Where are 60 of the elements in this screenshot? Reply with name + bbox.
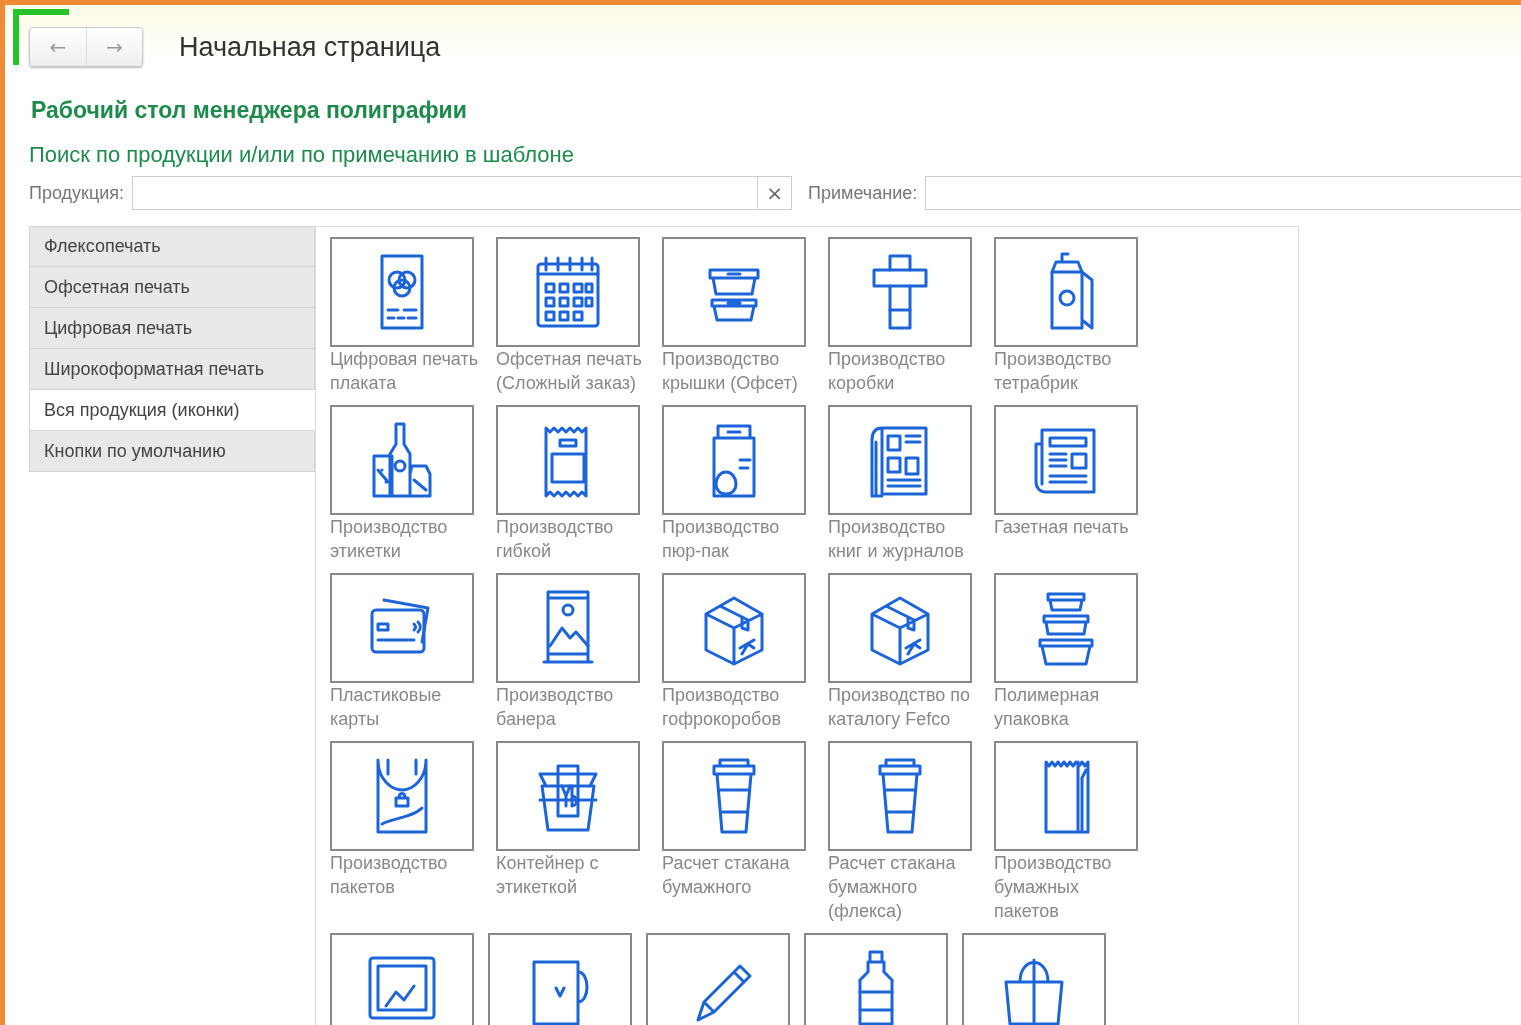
icon-tile[interactable] bbox=[662, 405, 806, 515]
icon-tile[interactable] bbox=[496, 741, 640, 851]
product-label[interactable]: Производство тетрабрик bbox=[994, 347, 1146, 395]
sidebar-tab[interactable]: Цифровая печать bbox=[29, 308, 315, 349]
product-label[interactable]: Цифровая печать плаката bbox=[330, 347, 482, 395]
icon-tile[interactable] bbox=[828, 741, 972, 851]
sidebar-tab[interactable]: Офсетная печать bbox=[29, 267, 315, 308]
product-label[interactable]: Контейнер с этикеткой bbox=[496, 851, 648, 899]
product-label[interactable]: Полимерная упаковка bbox=[994, 683, 1146, 731]
icon-tile[interactable] bbox=[828, 573, 972, 683]
sidebar-tab[interactable]: Флексопечать bbox=[29, 226, 315, 267]
icon-tile[interactable] bbox=[496, 237, 640, 347]
product-label[interactable]: Производство гофрокоробов bbox=[662, 683, 814, 731]
forward-button[interactable]: → bbox=[86, 28, 142, 66]
product-label[interactable]: Пластиковые карты bbox=[330, 683, 482, 731]
product-label[interactable]: Производство по каталогу Fefco bbox=[828, 683, 980, 731]
icon-tile[interactable] bbox=[330, 933, 474, 1025]
icon-tile[interactable] bbox=[330, 573, 474, 683]
product-label[interactable]: Производство пакетов bbox=[330, 851, 482, 899]
product-label[interactable]: Производство банера bbox=[496, 683, 648, 731]
page-heading: Рабочий стол менеджера полиграфии bbox=[31, 97, 468, 124]
search-caption: Поиск по продукции и/или по примечанию в шаблоне bbox=[29, 142, 575, 168]
product-label[interactable]: Расчет стакана бумажного bbox=[662, 851, 814, 899]
icon-tile[interactable] bbox=[804, 933, 948, 1025]
product-label[interactable]: Производство коробки bbox=[828, 347, 980, 395]
icon-tile[interactable] bbox=[488, 933, 632, 1025]
search-field[interactable]: × bbox=[132, 176, 793, 210]
icon-tile[interactable] bbox=[496, 405, 640, 515]
product-label[interactable]: Производство крышки (Офсет) bbox=[662, 347, 814, 395]
field-label: Продукция: bbox=[29, 182, 125, 204]
product-label[interactable]: Производство этикетки bbox=[330, 515, 482, 563]
field-label: Примечание: bbox=[808, 182, 918, 204]
product-label[interactable]: Газетная печать bbox=[994, 515, 1146, 539]
icon-tile[interactable] bbox=[828, 237, 972, 347]
icon-tile[interactable] bbox=[330, 237, 474, 347]
sidebar-tab[interactable]: Широкоформатная печать bbox=[29, 349, 315, 390]
window-title: Начальная страница bbox=[179, 31, 441, 63]
icon-tile[interactable] bbox=[330, 405, 474, 515]
product-label[interactable]: Производство пюр-пак bbox=[662, 515, 814, 563]
icon-tile[interactable] bbox=[496, 573, 640, 683]
back-button[interactable]: ← bbox=[30, 28, 86, 66]
icon-tile[interactable] bbox=[662, 741, 806, 851]
product-label[interactable]: Производство книг и журналов bbox=[828, 515, 980, 563]
icon-tile[interactable] bbox=[646, 933, 790, 1025]
icon-tile[interactable] bbox=[330, 741, 474, 851]
product-label[interactable]: Производство гибкой bbox=[496, 515, 648, 563]
icon-tile[interactable] bbox=[962, 933, 1106, 1025]
sidebar-tab[interactable]: Кнопки по умолчанию bbox=[29, 431, 315, 472]
search-field[interactable] bbox=[925, 176, 1521, 210]
product-label[interactable]: Производство бумажных пакетов bbox=[994, 851, 1146, 923]
icon-tile[interactable] bbox=[828, 405, 972, 515]
product-label[interactable]: Офсетная печать (Сложный заказ) bbox=[496, 347, 648, 395]
icon-tile[interactable] bbox=[994, 741, 1138, 851]
sidebar-tab[interactable]: Вся продукция (иконки) bbox=[29, 390, 315, 431]
icon-tile[interactable] bbox=[994, 237, 1138, 347]
icon-tile[interactable] bbox=[662, 573, 806, 683]
icon-tile[interactable] bbox=[662, 237, 806, 347]
icon-tile[interactable] bbox=[994, 573, 1138, 683]
product-label[interactable]: Расчет стакана бумажного (флекса) bbox=[828, 851, 980, 923]
icon-tile[interactable] bbox=[994, 405, 1138, 515]
